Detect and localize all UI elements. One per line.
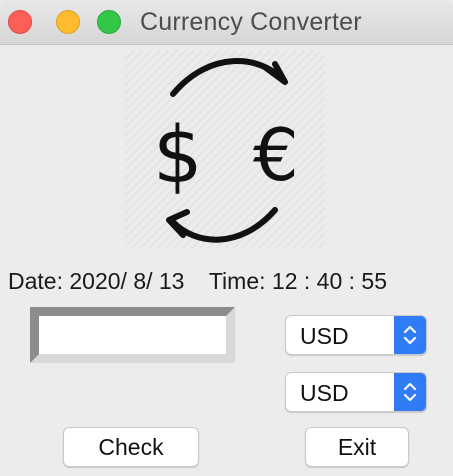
time-label: Time:: [208, 268, 266, 294]
minimize-button[interactable]: [56, 10, 80, 34]
dollar-symbol: $: [153, 111, 203, 201]
check-button[interactable]: Check: [63, 427, 199, 467]
window-title: Currency Converter: [140, 8, 362, 36]
title-bar[interactable]: Currency Converter: [0, 0, 453, 45]
date-time-display: Date: 2020/ 8/ 13 Time: 12 : 40 : 55: [8, 268, 387, 295]
to-currency-select[interactable]: USD: [285, 372, 427, 412]
date-label: Date:: [8, 268, 63, 294]
from-currency-value: USD: [300, 323, 349, 349]
from-currency-select[interactable]: USD: [285, 315, 427, 355]
amount-input[interactable]: [30, 307, 235, 363]
from-currency-chevron[interactable]: [394, 316, 426, 354]
time-value: 12 : 40 : 55: [271, 268, 387, 294]
maximize-button[interactable]: [97, 10, 121, 34]
currency-exchange-icon: $ €: [125, 50, 325, 248]
exit-button[interactable]: Exit: [305, 427, 409, 467]
updown-chevron-icon: [403, 325, 417, 345]
to-currency-value: USD: [300, 380, 349, 406]
app-window: Currency Converter $ € Date: 2020/ 8/ 13…: [0, 0, 453, 476]
close-button[interactable]: [8, 10, 32, 34]
date-value: 2020/ 8/ 13: [69, 268, 185, 294]
to-currency-chevron[interactable]: [394, 373, 426, 411]
updown-chevron-icon: [403, 382, 417, 402]
euro-symbol: €: [253, 113, 299, 197]
currency-exchange-graphic: $ €: [153, 58, 299, 243]
